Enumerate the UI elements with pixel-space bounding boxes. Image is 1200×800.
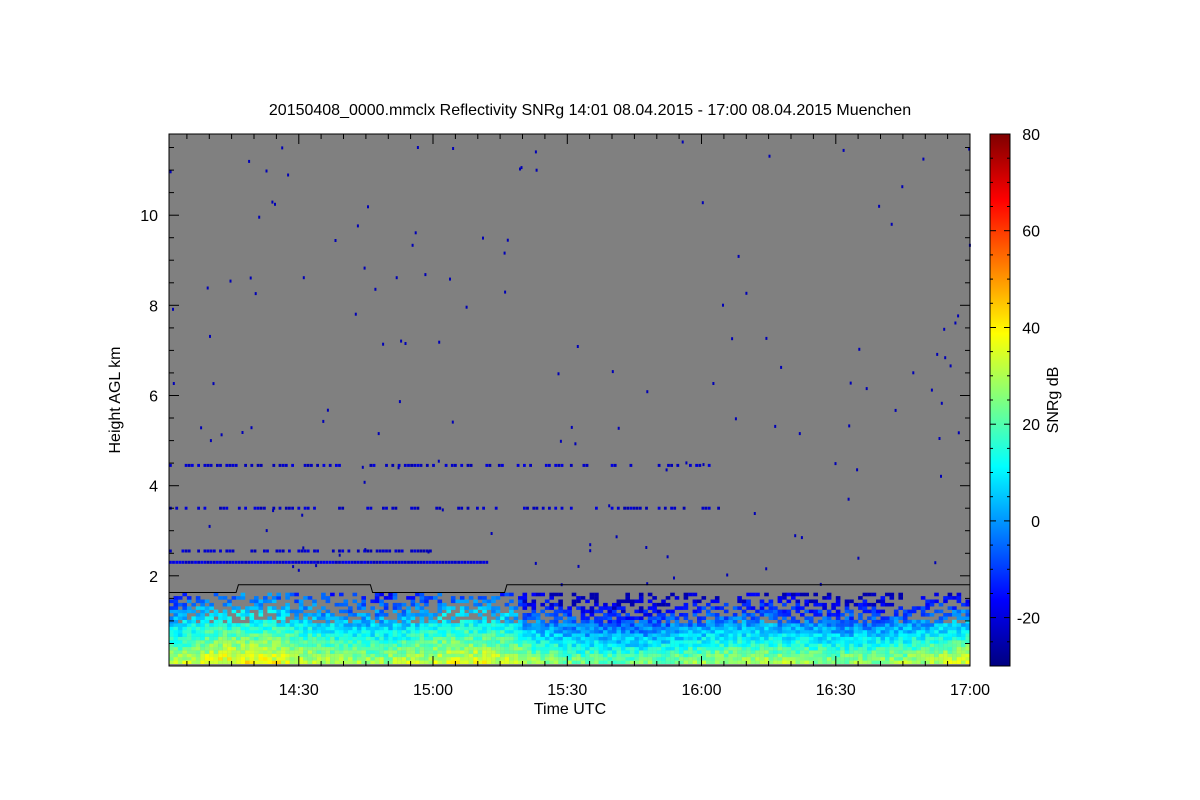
y-tick-label: 4 bbox=[149, 479, 158, 496]
y-tick-label: 6 bbox=[149, 389, 158, 406]
reflectivity-chart: 20150408_0000.mmclx Reflectivity SNRg 14… bbox=[107, 102, 1062, 718]
x-tick-label: 14:30 bbox=[279, 682, 319, 699]
colorbar-tick-label: 20 bbox=[1022, 417, 1040, 434]
x-axis-label: Time UTC bbox=[534, 701, 606, 718]
chart-title: 20150408_0000.mmclx Reflectivity SNRg 14… bbox=[269, 102, 911, 119]
y-axis-label: Height AGL km bbox=[107, 346, 124, 453]
y-tick-label: 2 bbox=[149, 569, 158, 586]
colorbar-tick-label: 60 bbox=[1022, 224, 1040, 241]
colorbar-tick-label: 0 bbox=[1031, 514, 1040, 531]
y-tick-label: 8 bbox=[149, 298, 158, 315]
colorbar-tick-label: 80 bbox=[1022, 127, 1040, 144]
x-tick-label: 16:30 bbox=[816, 682, 856, 699]
x-tick-label: 17:00 bbox=[950, 682, 990, 699]
y-tick-label: 10 bbox=[140, 208, 158, 225]
colorbar-tick-label: -20 bbox=[1017, 611, 1040, 628]
colorbar-tick-label: 40 bbox=[1022, 321, 1040, 338]
plot-background bbox=[169, 134, 970, 666]
x-tick-label: 15:30 bbox=[547, 682, 587, 699]
colorbar-label: SNRg dB bbox=[1045, 367, 1062, 434]
x-tick-label: 15:00 bbox=[413, 682, 453, 699]
x-tick-label: 16:00 bbox=[681, 682, 721, 699]
